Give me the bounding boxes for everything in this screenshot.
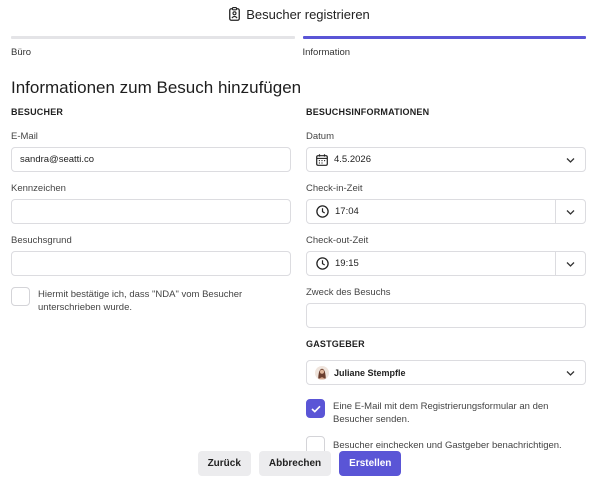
- date-picker[interactable]: 4.5.2026: [306, 147, 586, 172]
- purpose-label: Zweck des Besuchs: [306, 287, 391, 298]
- check-icon: [310, 405, 321, 413]
- step-office-bar: [11, 36, 295, 39]
- host-name: Juliane Stempfle: [334, 367, 406, 378]
- chevron-down-icon[interactable]: [566, 260, 575, 271]
- send-email-text: Eine E-Mail mit dem Registrierungsformul…: [333, 401, 549, 425]
- checkin-value: 17:04: [335, 206, 359, 217]
- date-value: 4.5.2026: [334, 154, 371, 165]
- host-section-title: GASTGEBER: [306, 339, 365, 349]
- checkin-label: Check-in-Zeit: [306, 183, 363, 194]
- checkout-value: 19:15: [335, 258, 359, 269]
- checkin-time-field[interactable]: 17:04: [306, 199, 586, 224]
- dialog-header: Besucher registrieren: [0, 0, 599, 28]
- plate-field[interactable]: [11, 199, 291, 224]
- nda-text: Hiermit bestätige ich, dass "NDA" vom Be…: [38, 289, 243, 313]
- visitor-section: BESUCHER E-Mail sandra@seatti.co Kennzei…: [11, 107, 291, 314]
- send-email-row: Eine E-Mail mit dem Registrierungsformul…: [306, 399, 586, 426]
- purpose-field[interactable]: [306, 303, 586, 328]
- email-label: E-Mail: [11, 131, 38, 142]
- clock-icon: [316, 205, 329, 218]
- reason-label: Besuchsgrund: [11, 235, 72, 246]
- reason-field[interactable]: [11, 251, 291, 276]
- checkout-time-field[interactable]: 19:15: [306, 251, 586, 276]
- page-title: Informationen zum Besuch hinzufügen: [11, 78, 302, 97]
- cancel-button[interactable]: Abbrechen: [258, 451, 332, 476]
- email-field[interactable]: sandra@seatti.co: [11, 147, 291, 172]
- step-information[interactable]: Information: [302, 36, 586, 66]
- step-office-label: Büro: [11, 47, 32, 58]
- checkin-notify-text: Besucher einchecken und Gastgeber benach…: [333, 440, 562, 451]
- dialog-title: Besucher registrieren: [246, 6, 370, 22]
- date-label: Datum: [306, 131, 334, 142]
- step-information-bar: [302, 36, 586, 39]
- nda-checkbox[interactable]: [11, 287, 30, 306]
- nda-row: Hiermit bestätige ich, dass "NDA" vom Be…: [11, 287, 291, 314]
- clock-icon: [316, 257, 329, 270]
- send-email-checkbox[interactable]: [306, 399, 325, 418]
- email-value: sandra@seatti.co: [20, 154, 95, 165]
- create-button[interactable]: Erstellen: [339, 451, 402, 476]
- host-select[interactable]: Juliane Stempfle: [306, 360, 586, 385]
- visit-info-section: BESUCHSINFORMATIONEN Datum 4.5.2026 Chec…: [306, 107, 586, 455]
- host-avatar: [315, 365, 329, 380]
- checkout-label: Check-out-Zeit: [306, 235, 369, 246]
- chevron-down-icon[interactable]: [566, 369, 575, 380]
- plate-label: Kennzeichen: [11, 183, 66, 194]
- chevron-down-icon[interactable]: [566, 208, 575, 219]
- visit-info-section-title: BESUCHSINFORMATIONEN: [306, 107, 430, 117]
- field-divider: [555, 200, 556, 223]
- visitor-section-title: BESUCHER: [11, 107, 64, 117]
- step-information-label: Information: [302, 47, 351, 58]
- chevron-down-icon[interactable]: [566, 156, 575, 167]
- field-divider: [555, 252, 556, 275]
- badge-icon: [229, 7, 241, 21]
- back-button[interactable]: Zurück: [197, 451, 251, 476]
- stepper: Büro Information: [11, 36, 586, 66]
- calendar-icon: [316, 153, 328, 166]
- dialog-footer: Zurück Abbrechen Erstellen: [0, 451, 599, 476]
- step-office[interactable]: Büro: [11, 36, 295, 66]
